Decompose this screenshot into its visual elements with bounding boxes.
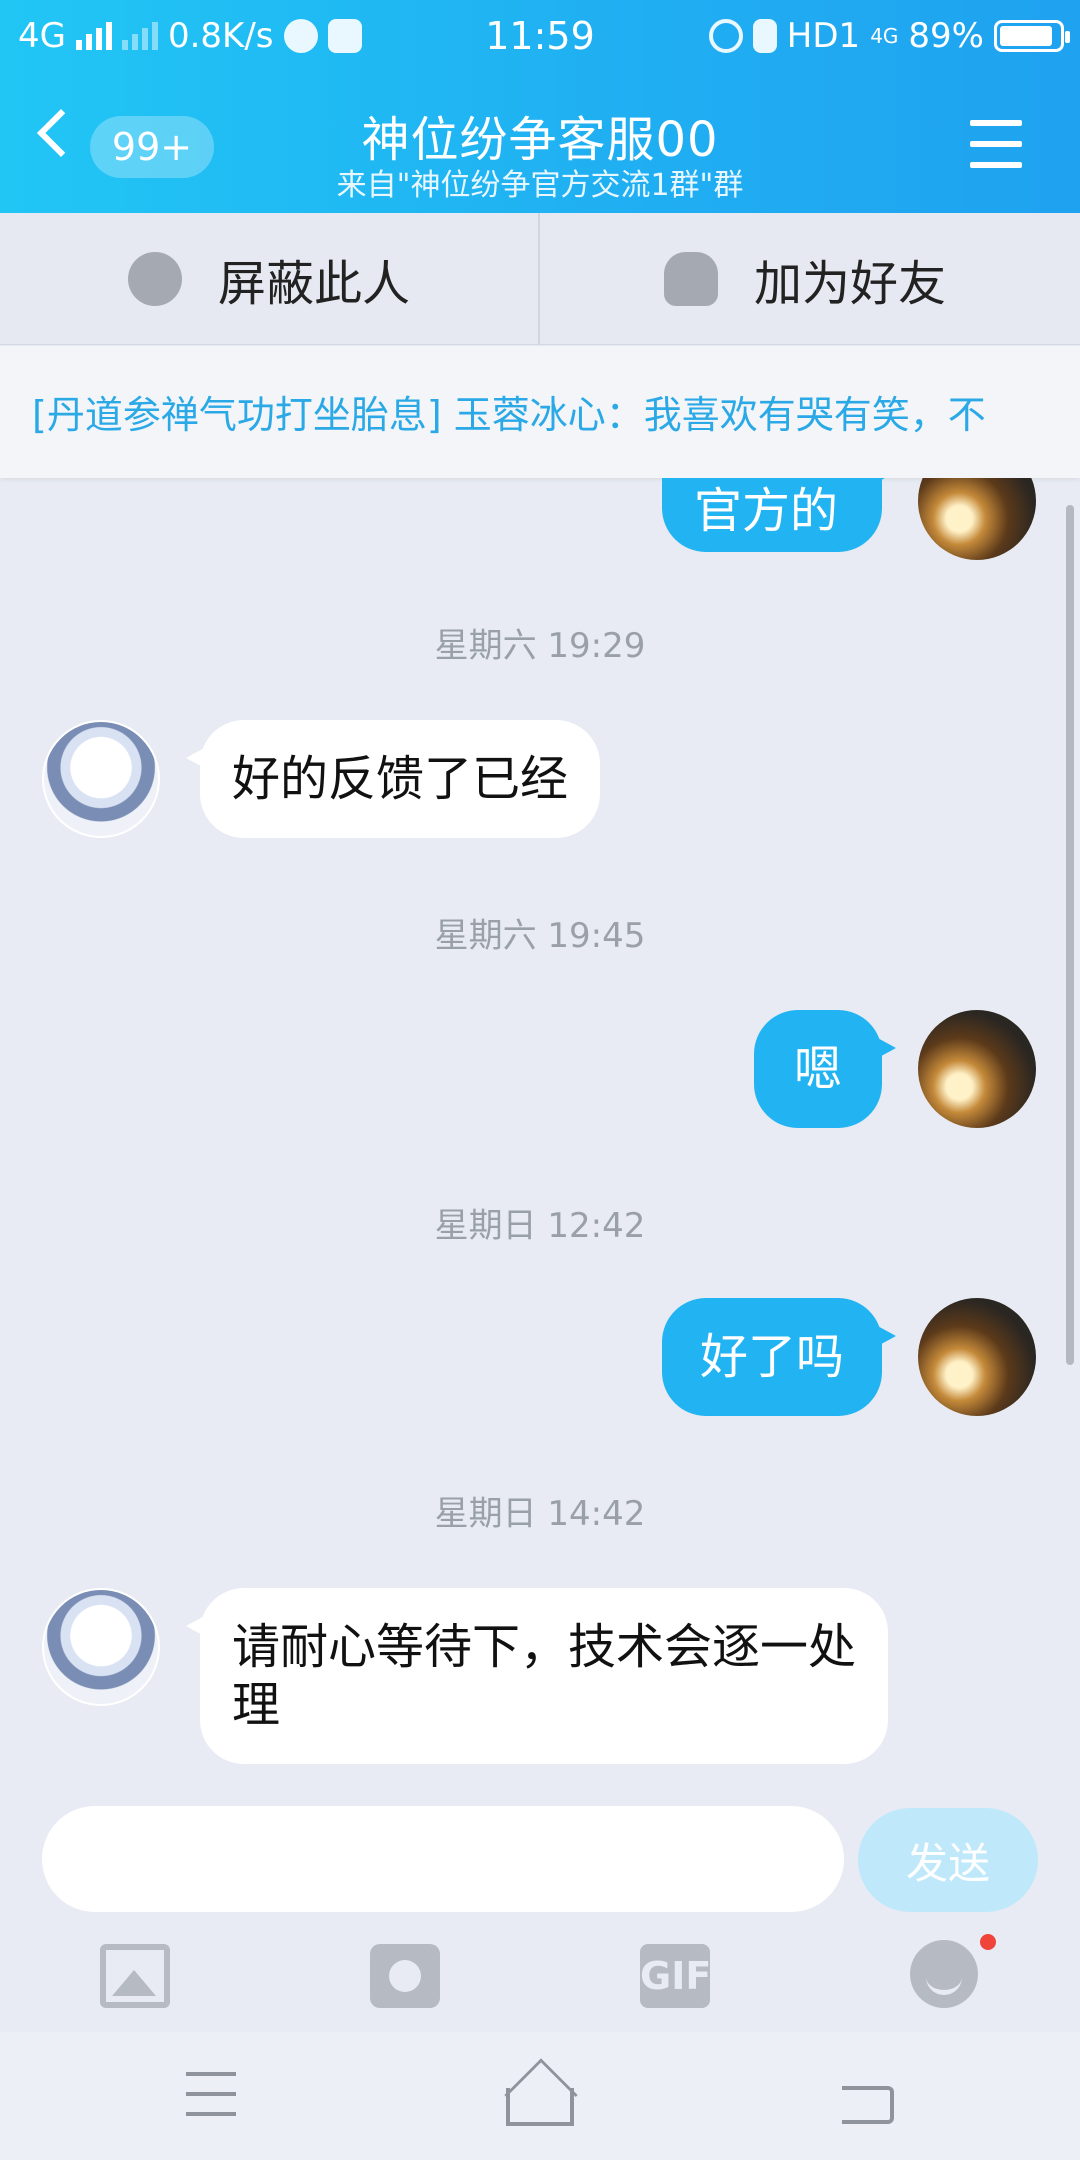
notice-text: [丹道参禅气功打坐胎息] 玉蓉冰心：我喜欢有哭有笑，不: [32, 393, 986, 437]
page-subtitle: 来自"神位纷争官方交流1群"群: [336, 168, 744, 203]
message-text: 好的反馈了已经: [232, 751, 569, 807]
message-text: 请耐心等待下，技术会逐一处理: [232, 1619, 857, 1733]
message-list[interactable]: 官方的 星期六 19:29 好的反馈了已经 星期六 19:45 嗯 星期日 12…: [0, 478, 1080, 1768]
camera-icon[interactable]: [370, 1944, 440, 2008]
message-bubble-out[interactable]: 嗯: [754, 1010, 896, 1128]
my-avatar[interactable]: [918, 1010, 1036, 1128]
block-user-label: 屏蔽此人: [218, 256, 411, 312]
scrollbar[interactable]: [1066, 505, 1074, 1365]
timestamp: 星期六 19:29: [434, 626, 646, 666]
block-icon: [128, 252, 182, 306]
message-bubble-in[interactable]: 请耐心等待下，技术会逐一处理: [186, 1588, 888, 1764]
timestamp: 星期六 19:45: [434, 916, 646, 956]
home-icon[interactable]: [506, 2088, 574, 2126]
contact-avatar[interactable]: [42, 720, 160, 838]
battery-percent: 89%: [908, 16, 984, 56]
system-back-icon[interactable]: [842, 2086, 894, 2124]
my-avatar[interactable]: [918, 1298, 1036, 1416]
alarm-icon: [708, 19, 743, 53]
timestamp: 星期日 12:42: [434, 1206, 646, 1246]
chat-header: 4G 0.8K/s 11:59 HD1 4G 89% 99+ 神位纷争客服00 …: [0, 0, 1080, 213]
group-notice-banner[interactable]: [丹道参禅气功打坐胎息] 玉蓉冰心：我喜欢有哭有笑，不: [0, 346, 1080, 478]
composer: 发送: [0, 1800, 1080, 1912]
action-bar: 屏蔽此人 加为好友: [0, 213, 1080, 345]
status-right: HD1 4G 89%: [708, 16, 1070, 56]
gif-icon[interactable]: GIF: [640, 1944, 711, 2008]
emoji-icon[interactable]: [910, 1940, 978, 2008]
add-friend-button[interactable]: 加为好友: [664, 213, 946, 345]
hamburger-menu-icon[interactable]: [970, 120, 1022, 168]
message-text: 嗯: [793, 1041, 842, 1097]
attachment-toolbar: GIF: [0, 1920, 1080, 2032]
status-bar: 4G 0.8K/s 11:59 HD1 4G 89%: [0, 0, 1080, 74]
send-button[interactable]: 发送: [858, 1808, 1038, 1912]
add-friend-icon: [664, 252, 718, 306]
contact-avatar[interactable]: [42, 1588, 160, 1706]
message-bubble-out[interactable]: 官方的: [662, 478, 896, 552]
my-avatar[interactable]: [918, 478, 1036, 560]
system-nav-bar: [0, 2032, 1080, 2160]
vibrate-icon: [752, 19, 777, 53]
notification-dot: [980, 1934, 996, 1950]
add-friend-label: 加为好友: [754, 256, 947, 312]
block-user-button[interactable]: 屏蔽此人: [128, 213, 410, 345]
recent-apps-icon[interactable]: [186, 2072, 236, 2122]
message-text: 官方的: [694, 483, 839, 539]
network-type-2: 4G: [870, 24, 899, 48]
battery-icon: [994, 20, 1070, 52]
timestamp: 星期日 14:42: [434, 1494, 646, 1534]
battery-level: [1000, 26, 1052, 46]
hd-indicator: HD1: [786, 16, 861, 56]
message-bubble-in[interactable]: 好的反馈了已经: [185, 720, 601, 838]
image-icon[interactable]: [100, 1944, 170, 2008]
message-text: 好了吗: [699, 1329, 844, 1385]
action-divider: [538, 213, 540, 345]
message-input[interactable]: [42, 1806, 844, 1912]
message-bubble-out[interactable]: 好了吗: [662, 1298, 896, 1416]
